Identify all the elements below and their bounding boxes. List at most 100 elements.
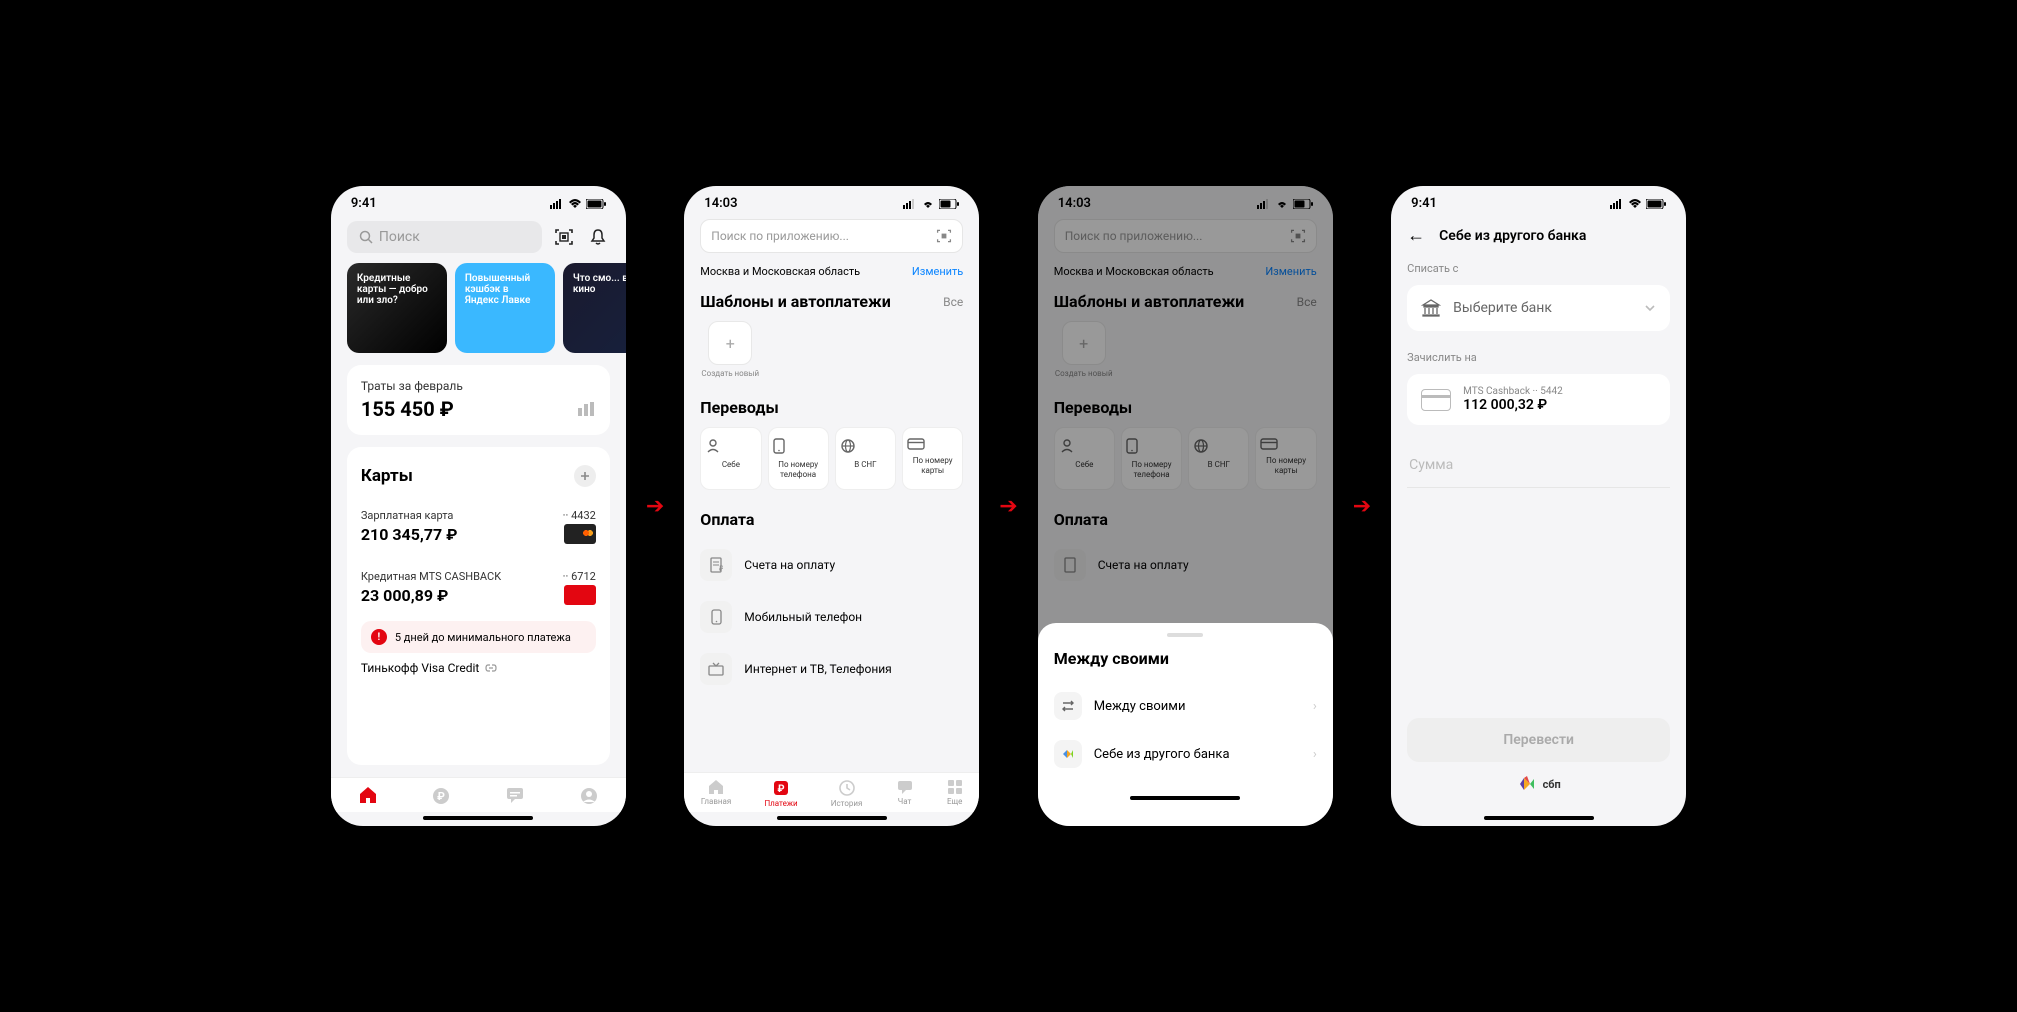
card-icon <box>907 438 958 450</box>
tab-chat[interactable]: Чат <box>896 779 914 808</box>
region-change-link[interactable]: Изменить <box>912 265 963 278</box>
screen-from-other-bank: 9:41 ← Себе из другого банка Списать с В… <box>1391 186 1686 826</box>
transfers-title: Переводы <box>700 398 778 417</box>
flow-arrow-icon: ➔ <box>999 494 1017 519</box>
phone-icon <box>773 438 824 454</box>
sbp-mark-icon <box>1517 774 1537 794</box>
transfer-self-tile[interactable]: Себе <box>700 427 761 490</box>
status-bar: 14:03 <box>684 186 979 215</box>
story-tile[interactable]: Кредитные карты — добро или зло? <box>347 263 447 353</box>
payment-item-bills[interactable]: ₽Счета на оплату <box>700 539 963 591</box>
transfer-cis-tile[interactable]: В СНГ <box>835 427 896 490</box>
search-row: Поиск <box>331 215 626 263</box>
person-icon <box>705 438 756 454</box>
sheet-item-from-other-bank[interactable]: Себе из другого банка › <box>1054 730 1317 778</box>
tab-bar: Главная ₽Платежи История Чат Еще <box>684 772 979 812</box>
sheet-item-between-own[interactable]: Между своими › <box>1054 682 1317 730</box>
search-placeholder: Поиск по приложению... <box>711 229 849 243</box>
qr-scan-icon[interactable] <box>936 228 952 244</box>
home-indicator <box>1130 796 1240 800</box>
sheet-title: Между своими <box>1054 649 1317 668</box>
card-brand-icon <box>564 524 596 544</box>
account-row[interactable]: Зарплатная карта·· 4432 210 345,77 ₽ <box>361 501 596 552</box>
phone-icon <box>700 601 732 633</box>
cards-title: Карты <box>361 466 413 486</box>
story-tile[interactable]: Повышенный кэшбэк в Яндекс Лавке <box>455 263 555 353</box>
tab-more[interactable]: Еще <box>947 779 963 808</box>
svg-text:₽: ₽ <box>438 790 446 803</box>
transfer-button[interactable]: Перевести <box>1407 718 1670 762</box>
to-label: Зачислить на <box>1391 345 1686 370</box>
warning-icon: ! <box>371 629 387 645</box>
destination-card[interactable]: MTS Cashback ·· 5442 112 000,32 ₽ <box>1407 374 1670 425</box>
tab-history[interactable]: История <box>831 779 863 808</box>
tab-profile[interactable] <box>579 786 599 806</box>
tab-home[interactable] <box>358 786 378 806</box>
tab-payments[interactable]: ₽ <box>431 786 451 806</box>
battery-icon <box>586 199 606 209</box>
story-tile[interactable]: Что смо... в кино <box>563 263 626 353</box>
transfer-grid: Себе По номеру телефона В СНГ По номеру … <box>684 427 979 504</box>
tab-payments[interactable]: ₽Платежи <box>764 779 797 808</box>
qr-scan-icon[interactable] <box>552 225 576 249</box>
tab-chat[interactable] <box>505 786 525 806</box>
spend-label: Траты за февраль <box>361 379 596 393</box>
dest-card-balance: 112 000,32 ₽ <box>1463 397 1563 413</box>
from-label: Списать с <box>1391 256 1686 281</box>
status-time: 9:41 <box>1411 196 1437 211</box>
search-input[interactable]: Поиск <box>347 221 542 253</box>
status-icons <box>903 199 959 209</box>
sbp-logo: сбп <box>1391 774 1686 794</box>
bell-icon[interactable] <box>586 225 610 249</box>
payment-warning[interactable]: ! 5 дней до минимального платежа <box>361 621 596 653</box>
region-label: Москва и Московская область <box>700 265 860 278</box>
swap-icon <box>1054 692 1082 720</box>
status-icons <box>550 199 606 209</box>
account-row[interactable]: Кредитная MTS CASHBACK·· 6712 23 000,89 … <box>361 562 596 613</box>
see-all-link[interactable]: Все <box>943 295 963 309</box>
screen-transfer-sheet: 14:03 Поиск по приложению... Москва и Мо… <box>1038 186 1333 826</box>
svg-text:₽: ₽ <box>719 565 723 573</box>
app-search-input[interactable]: Поиск по приложению... <box>700 219 963 253</box>
dest-card-name: MTS Cashback ·· 5442 <box>1463 386 1563 397</box>
page-title: Себе из другого банка <box>1439 228 1586 244</box>
payment-item-mobile[interactable]: Мобильный телефон <box>700 591 963 643</box>
select-bank-button[interactable]: Выберите банк <box>1407 285 1670 331</box>
create-template-button[interactable]: + Создать новый <box>700 321 760 378</box>
chevron-down-icon <box>1644 304 1656 312</box>
status-icons <box>1610 199 1666 209</box>
link-icon <box>485 662 497 674</box>
wifi-icon <box>568 199 582 209</box>
payment-list: ₽Счета на оплату Мобильный телефон Интер… <box>684 539 979 695</box>
home-indicator <box>1484 816 1594 820</box>
flow-arrow-icon: ➔ <box>646 494 664 519</box>
payment-item-internet[interactable]: Интернет и ТВ, Телефония <box>700 643 963 695</box>
back-button[interactable]: ← <box>1407 225 1425 246</box>
bank-icon <box>1421 299 1441 317</box>
spending-card[interactable]: Траты за февраль 155 450 ₽ <box>347 365 610 435</box>
region-row: Москва и Московская область Изменить <box>684 261 979 286</box>
amount-input[interactable]: Сумма <box>1407 443 1670 488</box>
tv-icon <box>700 653 732 685</box>
transfer-card-tile[interactable]: По номеру карты <box>902 427 963 490</box>
status-bar: 9:41 <box>331 186 626 215</box>
receipt-icon: ₽ <box>700 549 732 581</box>
account-row[interactable]: Тинькофф Visa Credit <box>361 653 596 675</box>
signal-icon <box>550 199 564 209</box>
bar-chart-icon <box>578 402 596 416</box>
add-card-button[interactable] <box>574 465 596 487</box>
sbp-icon <box>1054 740 1082 768</box>
status-bar: 9:41 <box>1391 186 1686 215</box>
nav-header: ← Себе из другого банка <box>1391 215 1686 256</box>
sheet-handle[interactable] <box>1167 633 1203 637</box>
card-icon <box>1421 389 1451 411</box>
card-brand-icon <box>564 585 596 605</box>
transfer-phone-tile[interactable]: По номеру телефона <box>768 427 829 490</box>
tab-home[interactable]: Главная <box>701 779 731 808</box>
flow-arrow-icon: ➔ <box>1353 494 1371 519</box>
templates-title: Шаблоны и автоплатежи <box>700 292 891 311</box>
amount-placeholder: Сумма <box>1409 457 1453 473</box>
search-icon <box>359 230 373 244</box>
payment-title: Оплата <box>700 510 754 529</box>
spend-amount: 155 450 ₽ <box>361 397 454 421</box>
